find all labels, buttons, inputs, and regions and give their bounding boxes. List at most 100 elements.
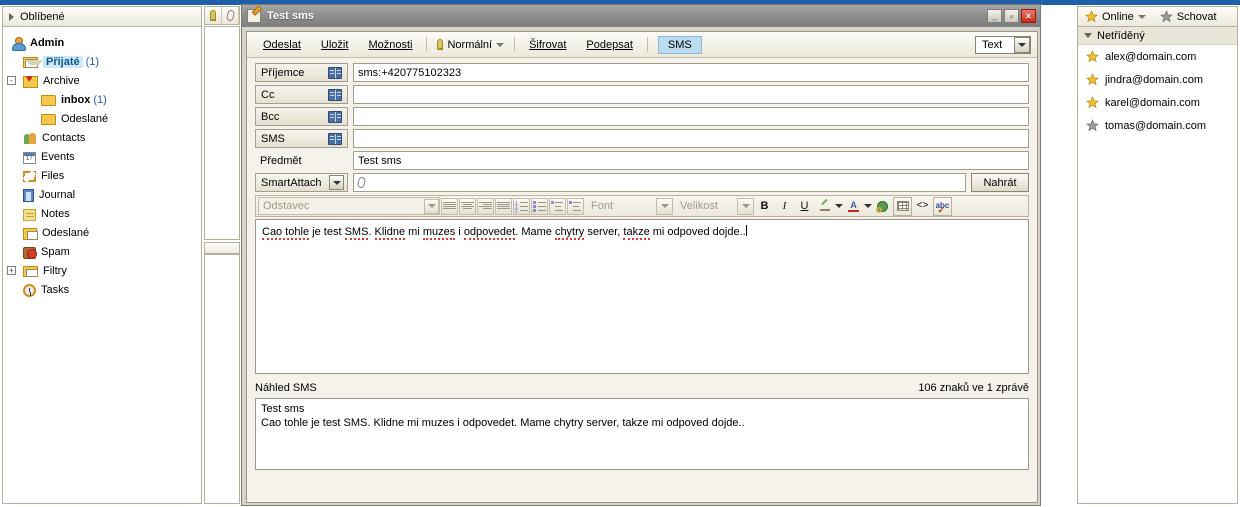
window-titlebar[interactable]: Test sms _ ▫ ✕ <box>242 5 1040 27</box>
field-row-subject: Předmět Test sms <box>255 151 1029 170</box>
tree-item-filtry[interactable]: + Filtry <box>3 261 201 280</box>
cc-label-text: Cc <box>261 88 275 101</box>
paragraph-style-select[interactable]: Odstavec <box>258 197 440 215</box>
online-status-dropdown[interactable]: Online <box>1078 7 1153 26</box>
to-label[interactable]: Příjemce <box>255 63 348 82</box>
tree-expander-collapse[interactable]: - <box>7 76 16 85</box>
align-justify-icon[interactable] <box>495 197 512 215</box>
insert-link-globe-icon[interactable] <box>873 197 892 216</box>
spellcheck-abc-icon[interactable]: abc ✓ <box>933 196 952 216</box>
cc-input[interactable] <box>353 85 1029 104</box>
compose-body: Odeslat Uložit Možnosti Normální Šifrova… <box>246 31 1038 503</box>
bold-button[interactable]: B <box>755 197 774 216</box>
tree-item-prijate[interactable]: Přijaté (1) <box>3 52 201 71</box>
hide-panel-label: Schovat <box>1176 10 1217 23</box>
attachment-input[interactable] <box>353 173 966 192</box>
contact-item[interactable]: jindra@domain.com <box>1078 68 1237 91</box>
align-center-icon[interactable] <box>459 197 476 215</box>
contact-item[interactable]: tomas@domain.com <box>1078 114 1237 137</box>
tree-item-files[interactable]: Files <box>3 166 201 185</box>
chevron-down-icon[interactable] <box>1014 36 1030 53</box>
field-row-to: Příjemce sms:+420775102323 <box>255 63 1029 82</box>
priority-dropdown[interactable]: Normální <box>431 39 510 51</box>
smartattach-select[interactable]: SmartAttach <box>255 173 348 192</box>
tab-sms[interactable]: SMS <box>657 35 702 54</box>
address-book-icon[interactable] <box>328 132 342 145</box>
triangle-down-icon[interactable] <box>1084 33 1092 38</box>
font-family-chevron-down-icon[interactable] <box>656 197 673 215</box>
compose-fields: Příjemce sms:+420775102323 Cc Bcc SMS Př… <box>247 58 1037 192</box>
body-format-select[interactable]: Text <box>975 35 1031 54</box>
tree-item-inbox[interactable]: inbox (1) <box>3 90 201 109</box>
attachment-clip-icon[interactable] <box>222 7 239 24</box>
close-button[interactable]: ✕ <box>1021 9 1036 23</box>
favorites-header[interactable]: Oblíbené <box>3 7 201 27</box>
tree-expander-expand[interactable]: + <box>7 266 16 275</box>
tree-item-journal[interactable]: Journal <box>3 185 201 204</box>
font-family-select[interactable]: Font <box>585 197 655 215</box>
numbered-list-icon[interactable]: 123 <box>513 197 530 215</box>
font-size-select[interactable]: Velikost <box>674 197 736 215</box>
chevron-down-icon[interactable] <box>424 198 439 214</box>
outdent-icon[interactable] <box>549 197 566 215</box>
upload-button[interactable]: Nahrát <box>971 173 1029 192</box>
tree-item-label: Filtry <box>43 264 67 277</box>
hide-panel-button[interactable]: Schovat <box>1153 7 1224 26</box>
tree-item-events[interactable]: Events <box>3 147 201 166</box>
align-left-icon[interactable] <box>441 197 458 215</box>
sms-label[interactable]: SMS <box>255 129 348 148</box>
font-size-chevron-down-icon[interactable] <box>737 197 754 215</box>
highlighter-chevron-down-icon[interactable] <box>835 197 843 216</box>
underline-button[interactable]: U <box>795 197 814 216</box>
text-color-chevron-down-icon[interactable] <box>864 197 872 216</box>
tree-item-spam[interactable]: Spam <box>3 242 201 261</box>
italic-button[interactable]: I <box>775 197 794 216</box>
address-book-icon[interactable] <box>328 88 342 101</box>
tree-item-archive[interactable]: - Archive <box>3 71 201 90</box>
align-right-icon[interactable] <box>477 197 494 215</box>
bcc-label[interactable]: Bcc <box>255 107 348 126</box>
middle-splitter-bar[interactable] <box>204 242 240 254</box>
priority-key-icon[interactable] <box>205 7 222 24</box>
bulleted-list-icon[interactable] <box>531 197 548 215</box>
subject-input[interactable]: Test sms <box>353 151 1029 170</box>
notes-icon <box>23 208 36 221</box>
tree-item-tasks[interactable]: Tasks <box>3 280 201 299</box>
chevron-down-icon[interactable] <box>329 175 344 190</box>
maximize-button[interactable]: ▫ <box>1004 9 1019 23</box>
tree-item-notes[interactable]: Notes <box>3 204 201 223</box>
contacts-group-header[interactable]: Netříděný <box>1078 27 1237 45</box>
tree-item-admin[interactable]: Admin <box>3 33 201 52</box>
address-book-icon[interactable] <box>328 110 342 123</box>
sign-button[interactable]: Podepsat <box>576 39 642 51</box>
contact-item[interactable]: alex@domain.com <box>1078 45 1237 68</box>
text-color-icon[interactable]: A <box>844 197 863 216</box>
source-code-icon[interactable]: <> <box>913 197 932 216</box>
sms-input[interactable] <box>353 129 1029 148</box>
highlighter-icon[interactable] <box>815 197 834 216</box>
format-toolbar: Odstavec 123 Font Velikost B I U A <> ab… <box>255 195 1029 217</box>
tree-item-odeslane[interactable]: Odeslané <box>3 223 201 242</box>
insert-table-icon[interactable] <box>893 196 912 216</box>
send-button[interactable]: Odeslat <box>253 39 311 51</box>
address-book-icon[interactable] <box>328 66 342 79</box>
priority-label: Normální <box>447 38 493 51</box>
message-word: muzes <box>422 226 456 240</box>
indent-icon[interactable] <box>567 197 584 215</box>
archive-heart-icon <box>23 73 38 88</box>
minimize-button[interactable]: _ <box>987 9 1002 23</box>
tree-item-label: Odeslané <box>42 226 90 239</box>
contacts-panel-toolbar: Online Schovat <box>1078 7 1237 27</box>
message-body-editor[interactable]: Cao tohle je test SMS. Klidne mi muzes i… <box>255 219 1029 374</box>
encrypt-button[interactable]: Šifrovat <box>519 39 576 51</box>
triangle-right-icon[interactable] <box>9 12 14 21</box>
contact-item[interactable]: karel@domain.com <box>1078 91 1237 114</box>
tree-item-odeslane-archive[interactable]: Odeslané <box>3 109 201 128</box>
bcc-input[interactable] <box>353 107 1029 126</box>
tree-item-contacts[interactable]: Contacts <box>3 128 201 147</box>
to-input[interactable]: sms:+420775102323 <box>353 63 1029 82</box>
star-icon <box>1085 10 1098 23</box>
options-button[interactable]: Možnosti <box>358 39 422 51</box>
save-button[interactable]: Uložit <box>311 39 359 51</box>
cc-label[interactable]: Cc <box>255 85 348 104</box>
